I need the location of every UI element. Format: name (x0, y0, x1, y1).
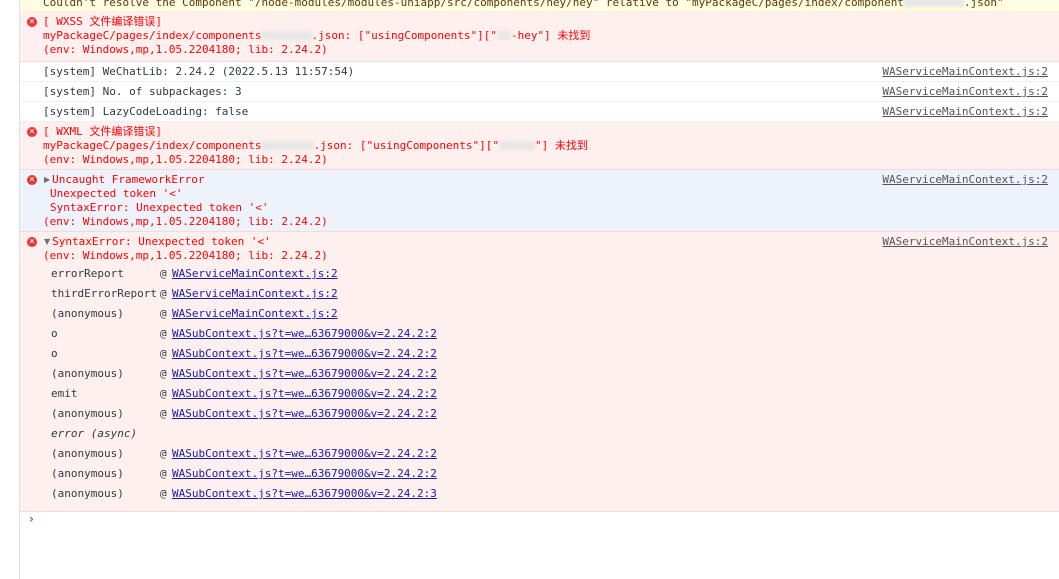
source-link[interactable]: WAServiceMainContext.js:2 (882, 105, 1048, 118)
stack-frame-source-link[interactable]: WASubContext.js?t=we…63679000&v=2.24.2:3 (172, 487, 437, 500)
stack-frame-function: (anonymous) (51, 447, 124, 460)
error-circle-x-icon: ✕ (27, 127, 37, 137)
triangle-down-icon[interactable]: ▼ (44, 235, 50, 249)
system-log-2: [system] No. of subpackages: 3 WAService… (20, 82, 1059, 102)
redacted-area (261, 141, 314, 150)
stack-frame-function: (anonymous) (51, 407, 124, 420)
stack-frame-source-link[interactable]: WAServiceMainContext.js:2 (172, 307, 338, 320)
stack-frame-at-symbol: @ (160, 467, 167, 480)
stack-frame-at-symbol: @ (160, 367, 167, 380)
system-log-text: [system] WeChatLib: 2.24.2 (2022.5.13 11… (43, 65, 355, 78)
stack-frame-at-symbol: @ (160, 447, 167, 460)
async-boundary-label: error (async) (51, 427, 138, 440)
redacted-area (261, 31, 312, 40)
source-link[interactable]: WAServiceMainContext.js:2 (882, 235, 1048, 248)
path-part: "] 未找到 (534, 139, 588, 152)
system-log-3: [system] LazyCodeLoading: false WAServic… (20, 102, 1059, 122)
warning-text: Couldn't resolve the Component "/node-mo… (43, 0, 1004, 10)
stack-frame-function: thirdErrorReport (51, 287, 157, 300)
stack-frame-at-symbol: @ (160, 327, 167, 340)
stack-frame-source-link[interactable]: WAServiceMainContext.js:2 (172, 287, 338, 300)
syntax-error-env: (env: Windows,mp,1.05.2204180; lib: 2.24… (43, 249, 328, 262)
stack-frame-function: (anonymous) (51, 487, 124, 500)
syntax-error-expanded[interactable]: ✕ ▼ SyntaxError: Unexpected token '<' (en… (20, 232, 1059, 512)
stack-frame-source-link[interactable]: WASubContext.js?t=we…63679000&v=2.24.2:2 (172, 327, 437, 340)
framework-error-env: (env: Windows,mp,1.05.2204180; lib: 2.24… (43, 215, 328, 228)
redacted-area (496, 31, 511, 40)
wxml-error-env: (env: Windows,mp,1.05.2204180; lib: 2.24… (43, 153, 328, 166)
stack-frame-source-link[interactable]: WASubContext.js?t=we…63679000&v=2.24.2:2 (172, 367, 437, 380)
wxml-compile-error[interactable]: ✕ [ WXML 文件编译错误] myPackageC/pages/index/… (20, 122, 1059, 170)
stack-frame-source-link[interactable]: WASubContext.js?t=we…63679000&v=2.24.2:2 (172, 467, 437, 480)
system-log-text: [system] No. of subpackages: 3 (43, 85, 242, 98)
stack-frame-at-symbol: @ (160, 347, 167, 360)
stack-frame-function: errorReport (51, 267, 124, 280)
system-log-1: [system] WeChatLib: 2.24.2 (2022.5.13 11… (20, 62, 1059, 82)
error-circle-x-icon: ✕ (27, 237, 37, 247)
redacted-area (498, 141, 535, 150)
error-circle-x-icon: ✕ (27, 17, 37, 27)
stack-frame-function: emit (51, 387, 78, 400)
source-link[interactable]: WAServiceMainContext.js:2 (882, 85, 1048, 98)
wxss-error-env: (env: Windows,mp,1.05.2204180; lib: 2.24… (43, 43, 328, 56)
redacted-area (903, 0, 964, 7)
system-log-text: [system] LazyCodeLoading: false (43, 105, 249, 118)
wxss-error-title: [ WXSS 文件编译错误] (43, 15, 162, 28)
stack-frame-function: (anonymous) (51, 307, 124, 320)
stack-frame-at-symbol: @ (160, 307, 167, 320)
stack-frame-source-link[interactable]: WASubContext.js?t=we…63679000&v=2.24.2:2 (172, 347, 437, 360)
stack-frame-function: (anonymous) (51, 467, 124, 480)
stack-frame-at-symbol: @ (160, 287, 167, 300)
warning-text-main: Couldn't resolve the Component "/node-mo… (43, 0, 904, 9)
path-part: .json: ["usingComponents"][" (313, 139, 499, 152)
wxml-error-title: [ WXML 文件编译错误] (43, 125, 162, 138)
wxss-compile-error[interactable]: ✕ [ WXSS 文件编译错误] myPackageC/pages/index/… (20, 12, 1059, 62)
stack-frame-at-symbol: @ (160, 387, 167, 400)
stack-frame-source-link[interactable]: WASubContext.js?t=we…63679000&v=2.24.2:2 (172, 407, 437, 420)
source-link[interactable]: WAServiceMainContext.js:2 (882, 173, 1048, 186)
stack-frame-source-link[interactable]: WASubContext.js?t=we…63679000&v=2.24.2:2 (172, 447, 437, 460)
framework-error-title[interactable]: ▶ Uncaught FrameworkError (44, 173, 204, 187)
triangle-right-icon[interactable]: ▶ (44, 173, 50, 187)
wxml-error-path: myPackageC/pages/index/components .json: … (43, 139, 588, 153)
wxss-error-path: myPackageC/pages/index/components .json: … (43, 29, 590, 43)
stack-frame-function: o (51, 347, 58, 360)
stack-frame-at-symbol: @ (160, 267, 167, 280)
path-part: .json: ["usingComponents"][" (311, 29, 497, 42)
syntax-error-title[interactable]: ▼ SyntaxError: Unexpected token '<' (44, 235, 271, 249)
stack-frame-source-link[interactable]: WAServiceMainContext.js:2 (172, 267, 338, 280)
stack-frame-source-link[interactable]: WASubContext.js?t=we…63679000&v=2.24.2:2 (172, 387, 437, 400)
console-panel: Couldn't resolve the Component "/node-mo… (20, 0, 1059, 579)
source-link[interactable]: WAServiceMainContext.js:2 (882, 65, 1048, 78)
stack-frame-function: o (51, 327, 58, 340)
path-part: myPackageC/pages/index/components (43, 29, 262, 42)
stack-frame-at-symbol: @ (160, 487, 167, 500)
path-part: myPackageC/pages/index/components (43, 139, 262, 152)
warning-text-suffix: .json" (963, 0, 1004, 9)
stack-frame-at-symbol: @ (160, 407, 167, 420)
framework-error-line: SyntaxError: Unexpected token '<' (50, 201, 269, 214)
framework-error-line: Unexpected token '<' (50, 187, 183, 200)
framework-error[interactable]: ✕ ▶ Uncaught FrameworkError Unexpected to… (20, 170, 1059, 232)
syntax-error-title-text: SyntaxError: Unexpected token '<' (52, 235, 271, 248)
path-part: -hey"] 未找到 (510, 29, 591, 42)
framework-error-title-text: Uncaught FrameworkError (52, 173, 205, 186)
stack-frame-function: (anonymous) (51, 367, 124, 380)
console-prompt[interactable]: › (20, 512, 1059, 532)
warning-message: Couldn't resolve the Component "/node-mo… (20, 0, 1059, 12)
console-sidebar-gutter (0, 0, 20, 579)
prompt-chevron-icon: › (29, 512, 34, 526)
error-circle-x-icon: ✕ (27, 175, 37, 185)
